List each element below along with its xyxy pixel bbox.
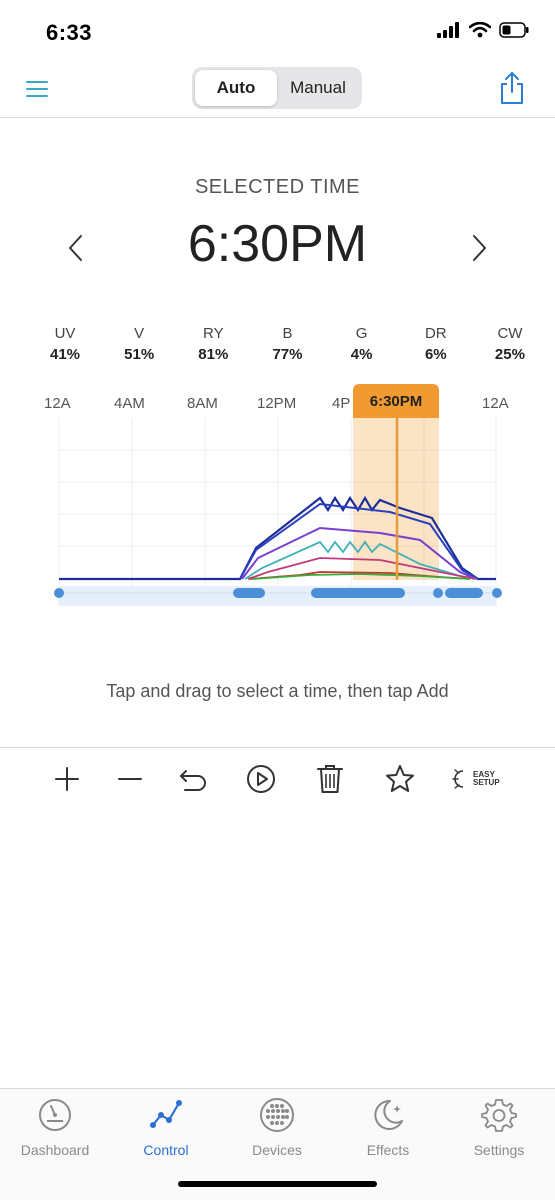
mode-manual-tab[interactable]: Manual	[277, 70, 359, 106]
channel-value: 6%	[424, 346, 447, 363]
time-marker-handle[interactable]: 6:30PM	[353, 384, 439, 418]
chevron-right-icon	[473, 235, 486, 261]
battery-icon	[499, 22, 529, 38]
channel-uv: UV 41%	[30, 325, 100, 363]
share-icon	[501, 72, 523, 104]
channel-b: B 77%	[252, 325, 322, 363]
undo-icon	[180, 770, 206, 791]
easy-setup-line-2: SETUP	[473, 778, 500, 787]
channel-v: V 51%	[104, 325, 174, 363]
mode-segmented-control: Auto Manual	[192, 67, 362, 109]
nav-label: Devices	[252, 1142, 302, 1158]
graph-icon	[150, 1100, 182, 1128]
timeline-label-12a: 12A	[44, 395, 71, 412]
channel-name: UV	[54, 325, 76, 342]
status-time: 6:33	[46, 20, 93, 45]
add-point-button[interactable]	[50, 762, 84, 796]
channel-value: 4%	[350, 346, 373, 363]
channel-value: 25%	[494, 346, 525, 363]
remove-point-button[interactable]	[113, 762, 147, 796]
channel-name: RY	[203, 325, 224, 342]
channel-name: DR	[424, 325, 447, 342]
selected-time-label: SELECTED TIME	[194, 176, 361, 198]
keyframe-dot[interactable]	[433, 588, 443, 598]
timeline-label-4am: 4AM	[114, 395, 145, 412]
play-icon	[247, 765, 275, 793]
keyframe-dot[interactable]	[54, 588, 64, 598]
delete-button[interactable]	[313, 762, 347, 796]
share-button[interactable]	[497, 70, 527, 106]
timeline-label-4pm: 4P	[332, 395, 351, 412]
nav-dashboard[interactable]: Dashboard	[5, 1097, 105, 1158]
light-burst-icon	[452, 769, 464, 789]
hamburger-icon	[26, 81, 48, 97]
menu-button[interactable]	[24, 74, 54, 104]
easy-setup-button[interactable]: EASY SETUP	[452, 762, 508, 796]
chart-track	[59, 586, 496, 606]
channel-value: 81%	[198, 346, 229, 363]
channel-g: G 4%	[327, 325, 397, 363]
schedule-chart[interactable]	[0, 418, 555, 618]
nav-label: Control	[143, 1142, 189, 1158]
nav-label: Dashboard	[20, 1142, 90, 1158]
home-indicator	[178, 1181, 377, 1187]
gear-icon	[481, 1099, 517, 1132]
mode-auto-tab[interactable]: Auto	[195, 70, 277, 106]
channel-name: G	[355, 325, 368, 342]
channel-name: CW	[497, 325, 523, 342]
gauge-icon	[39, 1099, 71, 1131]
channel-value: 51%	[124, 346, 155, 363]
minus-icon	[118, 778, 142, 780]
nav-control[interactable]: Control	[116, 1097, 216, 1158]
favorite-button[interactable]	[383, 762, 417, 796]
timeline-label-12a-end: 12A	[482, 395, 509, 412]
keyframe-dot-cluster[interactable]	[311, 588, 405, 598]
nav-label: Settings	[473, 1142, 525, 1158]
wifi-icon	[469, 22, 491, 38]
channel-levels: UV 41% V 51% RY 81% B 77% G 4% DR 6% CW …	[30, 325, 545, 363]
channel-cw: CW 25%	[475, 325, 545, 363]
channel-value: 41%	[49, 346, 81, 363]
nav-effects[interactable]: Effects	[338, 1097, 438, 1158]
signal-icon	[437, 22, 459, 38]
keyframe-dot[interactable]	[492, 588, 502, 598]
plus-icon	[55, 767, 79, 791]
led-grid-icon	[260, 1098, 294, 1132]
channel-name: V	[134, 325, 145, 342]
status-bar: 6:33	[0, 0, 555, 60]
keyframe-dot-cluster[interactable]	[445, 588, 483, 598]
app-header: Auto Manual	[0, 60, 555, 118]
nav-label: Effects	[366, 1142, 410, 1158]
moon-stars-icon	[374, 1099, 403, 1130]
star-icon	[386, 765, 414, 792]
channel-value: 77%	[272, 346, 303, 363]
channel-ry: RY 81%	[178, 325, 248, 363]
trash-icon	[317, 765, 343, 793]
keyframe-dot-cluster[interactable]	[233, 588, 265, 598]
nav-devices[interactable]: Devices	[227, 1097, 327, 1158]
easy-setup-label: EASY SETUP	[473, 771, 500, 787]
preview-button[interactable]	[244, 762, 278, 796]
next-time-button[interactable]	[465, 228, 495, 268]
channel-name: B	[282, 325, 293, 342]
channel-dr: DR 6%	[401, 325, 471, 363]
schedule-toolbar: EASY SETUP	[0, 747, 555, 809]
timeline-label-8am: 8AM	[187, 395, 218, 412]
undo-button[interactable]	[176, 762, 210, 796]
nav-settings[interactable]: Settings	[449, 1097, 549, 1158]
instruction-hint: Tap and drag to select a time, then tap …	[106, 681, 449, 701]
status-icons	[437, 22, 529, 38]
timeline-label-12pm: 12PM	[257, 395, 297, 412]
